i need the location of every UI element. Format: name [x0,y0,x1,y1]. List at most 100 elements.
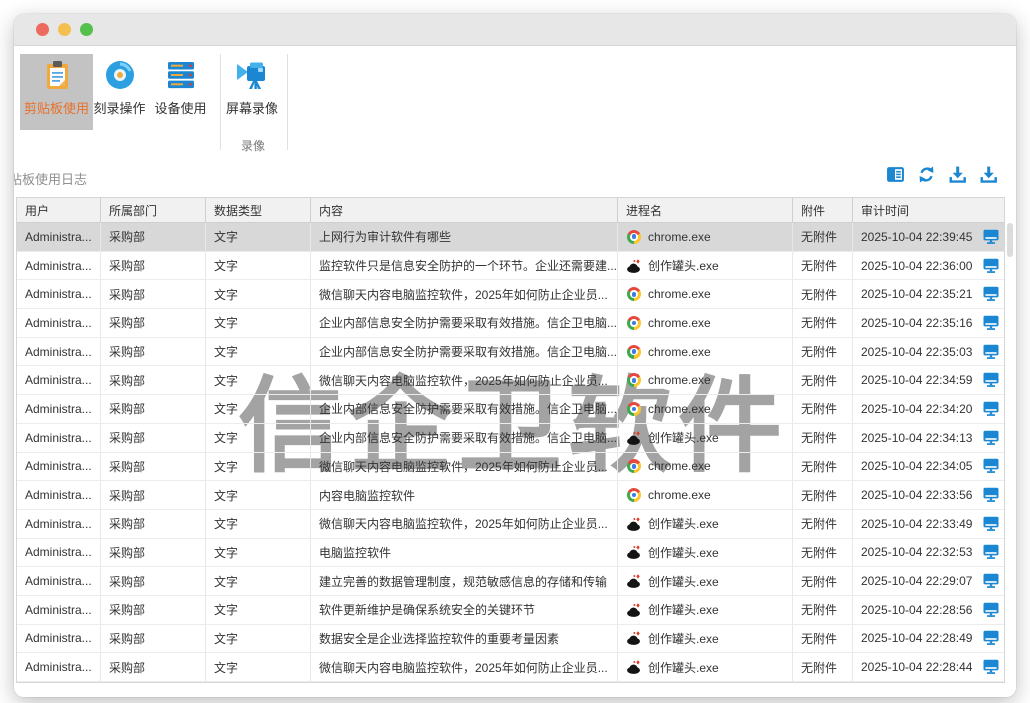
monitor-icon[interactable] [983,487,999,503]
ribbon-button-clipboard[interactable]: 剪贴板使用 [20,54,93,130]
table-row[interactable]: Administra... 采购部 文字 微信聊天内容电脑监控软件，2025年如… [17,453,1004,482]
monitor-icon[interactable] [983,315,999,331]
process-icon [626,602,642,618]
cell-audit-time: 2025-10-04 22:28:44 [853,653,1004,681]
cell-attachment: 无附件 [793,424,853,452]
monitor-icon[interactable] [983,602,999,618]
cell-data-type: 文字 [206,395,311,423]
monitor-icon[interactable] [983,372,999,388]
table-row[interactable]: Administra... 采购部 文字 数据安全是企业选择监控软件的重要考量因… [17,625,1004,654]
table-row[interactable]: Administra... 采购部 文字 微信聊天内容电脑监控软件，2025年如… [17,653,1004,682]
cell-content: 上网行为审计软件有哪些 [311,223,618,251]
cell-content: 微信聊天内容电脑监控软件，2025年如何防止企业员... [311,510,618,538]
monitor-icon[interactable] [983,401,999,417]
column-header-user[interactable]: 用户 [17,198,101,222]
cell-department: 采购部 [101,395,206,423]
chrome-icon [627,230,641,244]
table-row[interactable]: Administra... 采购部 文字 微信聊天内容电脑监控软件，2025年如… [17,280,1004,309]
cell-audit-time: 2025-10-04 22:39:45 [853,223,1004,251]
download-icon[interactable] [979,165,998,184]
title-bar [14,14,1016,46]
column-header-data-type[interactable]: 数据类型 [206,198,311,222]
cell-data-type: 文字 [206,366,311,394]
ribbon-button-label: 剪贴板使用 [24,98,89,117]
cell-user: Administra... [17,481,101,509]
can-app-icon [626,659,642,675]
table-header-row: 用户 所属部门 数据类型 内容 进程名 附件 审计时间 [17,198,1004,223]
process-icon [626,630,642,646]
refresh-icon[interactable] [917,165,936,184]
process-icon [626,458,642,474]
chrome-icon [627,373,641,387]
download-icon[interactable] [948,165,967,184]
table-row[interactable]: Administra... 采购部 文字 企业内部信息安全防护需要采取有效措施。… [17,338,1004,367]
cell-attachment: 无附件 [793,366,853,394]
cell-content: 企业内部信息安全防护需要采取有效措施。信企卫电脑... [311,395,618,423]
cell-department: 采购部 [101,481,206,509]
table-row[interactable]: Administra... 采购部 文字 软件更新维护是确保系统安全的关键环节 … [17,596,1004,625]
monitor-icon[interactable] [983,229,999,245]
cell-process: chrome.exe [618,280,793,308]
clipboard-log-table: 用户 所属部门 数据类型 内容 进程名 附件 审计时间 Administra..… [16,197,1005,683]
cell-data-type: 文字 [206,653,311,681]
cell-data-type: 文字 [206,539,311,567]
details-report-icon[interactable] [886,165,905,184]
table-row[interactable]: Administra... 采购部 文字 上网行为审计软件有哪些 chrome.… [17,223,1004,252]
cell-user: Administra... [17,453,101,481]
log-title: 剪贴板使用日志 [14,169,96,187]
cell-content: 微信聊天内容电脑监控软件，2025年如何防止企业员... [311,366,618,394]
column-header-department[interactable]: 所属部门 [101,198,206,222]
ribbon-separator [220,54,221,150]
monitor-icon[interactable] [983,344,999,360]
cell-audit-time: 2025-10-04 22:29:07 [853,567,1004,595]
process-name: chrome.exe [648,316,711,330]
table-row[interactable]: Administra... 采购部 文字 电脑监控软件 创作罐头.exe 无附件… [17,539,1004,568]
close-button[interactable] [36,23,49,36]
scrollbar-thumb[interactable] [1007,223,1013,257]
vertical-scrollbar[interactable] [1005,197,1015,657]
monitor-icon[interactable] [983,458,999,474]
chrome-icon [627,488,641,502]
column-header-attachment[interactable]: 附件 [793,198,853,222]
table-row[interactable]: Administra... 采购部 文字 企业内部信息安全防护需要采取有效措施。… [17,424,1004,453]
table-row[interactable]: Administra... 采购部 文字 企业内部信息安全防护需要采取有效措施。… [17,309,1004,338]
table-row[interactable]: Administra... 采购部 文字 监控软件只是信息安全防护的一个环节。企… [17,252,1004,281]
cell-audit-time: 2025-10-04 22:28:49 [853,625,1004,653]
minimize-button[interactable] [58,23,71,36]
table-row[interactable]: Administra... 采购部 文字 内容电脑监控软件 chrome.exe… [17,481,1004,510]
cell-attachment: 无附件 [793,252,853,280]
process-name: chrome.exe [648,373,711,387]
cell-data-type: 文字 [206,453,311,481]
monitor-icon[interactable] [983,659,999,675]
ribbon-button-screen-record[interactable]: 屏幕录像 [222,54,282,130]
column-header-audit-time[interactable]: 审计时间 [853,198,1004,222]
cell-department: 采购部 [101,424,206,452]
cell-process: 创作罐头.exe [618,625,793,653]
zoom-button[interactable] [80,23,93,36]
audit-time-text: 2025-10-04 22:34:05 [861,459,972,473]
table-row[interactable]: Administra... 采购部 文字 微信聊天内容电脑监控软件，2025年如… [17,510,1004,539]
ribbon-button-device[interactable]: 设备使用 [149,54,212,130]
monitor-icon[interactable] [983,430,999,446]
monitor-icon[interactable] [983,573,999,589]
cell-department: 采购部 [101,338,206,366]
monitor-icon[interactable] [983,544,999,560]
audit-time-text: 2025-10-04 22:28:49 [861,631,972,645]
audit-time-text: 2025-10-04 22:35:03 [861,345,972,359]
cell-user: Administra... [17,653,101,681]
monitor-icon[interactable] [983,286,999,302]
monitor-icon[interactable] [983,630,999,646]
column-header-process[interactable]: 进程名 [618,198,793,222]
monitor-icon[interactable] [983,516,999,532]
cell-process: chrome.exe [618,366,793,394]
table-row[interactable]: Administra... 采购部 文字 微信聊天内容电脑监控软件，2025年如… [17,366,1004,395]
column-header-content[interactable]: 内容 [311,198,618,222]
cell-audit-time: 2025-10-04 22:35:16 [853,309,1004,337]
audit-time-text: 2025-10-04 22:35:16 [861,316,972,330]
ribbon-button-burn[interactable]: 刻录操作 [88,54,151,130]
table-row[interactable]: Administra... 采购部 文字 建立完善的数据管理制度，规范敏感信息的… [17,567,1004,596]
monitor-icon[interactable] [983,258,999,274]
process-icon [626,544,642,560]
table-row[interactable]: Administra... 采购部 文字 企业内部信息安全防护需要采取有效措施。… [17,395,1004,424]
ribbon-separator [287,54,288,150]
